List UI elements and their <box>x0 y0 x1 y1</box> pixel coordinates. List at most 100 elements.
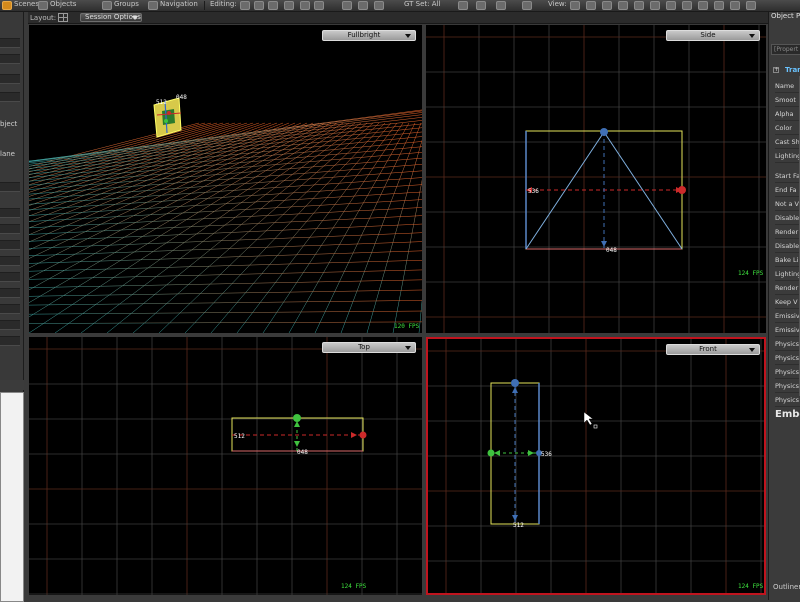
property-row[interactable]: Not a V <box>775 198 800 211</box>
objects-tab[interactable]: Objects <box>50 0 76 11</box>
view-wireframe-icon[interactable] <box>586 1 596 10</box>
scenes-tab[interactable]: Scenes <box>14 0 39 11</box>
front-fps: 124 FPS <box>738 583 764 590</box>
property-search-input[interactable]: [Propert <box>771 44 800 55</box>
view-lit-icon[interactable] <box>602 1 612 10</box>
snap-tool-icon[interactable] <box>314 1 324 10</box>
left-field[interactable] <box>0 336 20 346</box>
view-bounds-icon[interactable] <box>634 1 644 10</box>
objects-icon[interactable] <box>38 1 48 10</box>
object-properties-title: Object Pr <box>771 12 800 20</box>
view-volume-icon[interactable] <box>698 1 708 10</box>
top-mode-dropdown[interactable]: Top <box>322 342 416 353</box>
scenes-icon[interactable] <box>2 1 12 10</box>
property-row[interactable]: Render <box>775 282 800 295</box>
navigation-icon[interactable] <box>148 1 158 10</box>
side-brush[interactable] <box>525 128 686 250</box>
gt-set-dropdown[interactable]: GT Set: All <box>404 0 440 11</box>
left-field[interactable] <box>0 208 20 218</box>
property-row[interactable]: Disable <box>775 212 800 225</box>
property-row[interactable]: Render <box>775 226 800 239</box>
property-row[interactable]: Physics <box>775 352 800 365</box>
view-grid-icon[interactable] <box>618 1 628 10</box>
left-field[interactable] <box>0 320 20 330</box>
property-row[interactable]: Color <box>775 122 800 135</box>
side-mode-dropdown[interactable]: Side <box>666 30 760 41</box>
session-options-dropdown[interactable]: Session Options <box>80 13 142 22</box>
property-row[interactable]: Lighting <box>775 268 800 281</box>
scale-tool-icon[interactable] <box>300 1 310 10</box>
groups-tab[interactable]: Groups <box>114 0 139 11</box>
property-row[interactable]: Smoot <box>775 94 800 107</box>
top-brush[interactable] <box>231 414 367 452</box>
left-field[interactable] <box>0 38 20 48</box>
play-icon[interactable] <box>522 1 532 10</box>
property-row[interactable]: Physics <box>775 366 800 379</box>
rotate-tool-icon[interactable] <box>284 1 294 10</box>
property-row[interactable]: Physics <box>775 380 800 393</box>
property-row[interactable]: Disable <box>775 240 800 253</box>
property-row[interactable]: Keep V <box>775 296 800 309</box>
side-viewport[interactable]: 536 048 Side 124 FPS <box>426 25 766 333</box>
property-row[interactable]: Emissive <box>775 310 800 323</box>
object-properties-panel: Object Pr [Propert + Tran Name Smoot Alpha… <box>768 12 800 600</box>
front-mode-dropdown[interactable]: Front <box>666 344 760 355</box>
left-field[interactable] <box>0 224 20 234</box>
build-icon[interactable] <box>496 1 506 10</box>
property-row[interactable]: Physics <box>775 338 800 351</box>
left-field[interactable] <box>0 240 20 250</box>
chevron-down-icon <box>132 16 138 20</box>
left-field[interactable] <box>0 54 20 64</box>
view-fog-icon[interactable] <box>746 1 756 10</box>
outliner-tab[interactable]: Outliner <box>773 583 800 591</box>
light-icon[interactable] <box>476 1 486 10</box>
view-path-icon[interactable] <box>682 1 692 10</box>
property-row[interactable]: Cast Sh <box>775 136 800 149</box>
perspective-viewport[interactable]: 048 512 Fullbright 120 FPS <box>29 25 422 333</box>
move-tool-icon[interactable] <box>254 1 264 10</box>
groups-icon[interactable] <box>102 1 112 10</box>
view-sky-icon[interactable] <box>730 1 740 10</box>
property-row[interactable]: Lighting <box>775 150 800 163</box>
front-brush[interactable] <box>487 379 543 525</box>
chevron-down-icon <box>749 348 755 352</box>
property-row[interactable]: Emissive <box>775 324 800 337</box>
layout-grid-icon[interactable] <box>58 13 68 22</box>
front-grid: 536 512 <box>428 339 764 593</box>
front-viewport[interactable]: 536 512 Front 124 FPS <box>426 337 766 595</box>
view-perspective-icon[interactable] <box>570 1 580 10</box>
left-field[interactable] <box>0 74 20 84</box>
property-row[interactable]: Bake Li <box>775 254 800 267</box>
property-row[interactable]: Start Fa <box>775 170 800 183</box>
left-field[interactable] <box>0 288 20 298</box>
grid-line <box>418 298 422 333</box>
select-tool-icon[interactable] <box>240 1 250 10</box>
grid-line <box>29 300 422 306</box>
grid-line <box>29 122 278 217</box>
property-row[interactable]: End Fa <box>775 184 800 197</box>
view-sound-icon[interactable] <box>666 1 676 10</box>
cube-icon[interactable] <box>342 1 352 10</box>
grid-snap-icon[interactable] <box>358 1 368 10</box>
transform-section-header[interactable]: Tran <box>785 66 800 74</box>
property-row[interactable]: Alpha <box>775 108 800 121</box>
camera-icon[interactable] <box>458 1 468 10</box>
view-light-icon[interactable] <box>714 1 724 10</box>
pencil-tool-icon[interactable] <box>268 1 278 10</box>
navigation-tab[interactable]: Navigation <box>160 0 198 11</box>
property-row[interactable]: Physics <box>775 394 800 407</box>
angle-snap-icon[interactable] <box>374 1 384 10</box>
layout-label: Layout: <box>30 14 57 22</box>
left-field[interactable] <box>0 272 20 282</box>
grid-line <box>29 289 422 297</box>
perspective-mode-dropdown[interactable]: Fullbright <box>322 30 416 41</box>
left-field[interactable] <box>0 92 20 102</box>
view-collision-icon[interactable] <box>650 1 660 10</box>
property-row[interactable]: Name <box>775 80 800 93</box>
expand-icon[interactable]: + <box>773 67 779 73</box>
grid-line <box>29 279 422 288</box>
top-viewport[interactable]: 512 048 Top 124 FPS <box>29 337 422 595</box>
left-field[interactable] <box>0 182 20 192</box>
left-field[interactable] <box>0 304 20 314</box>
left-field[interactable] <box>0 256 20 266</box>
